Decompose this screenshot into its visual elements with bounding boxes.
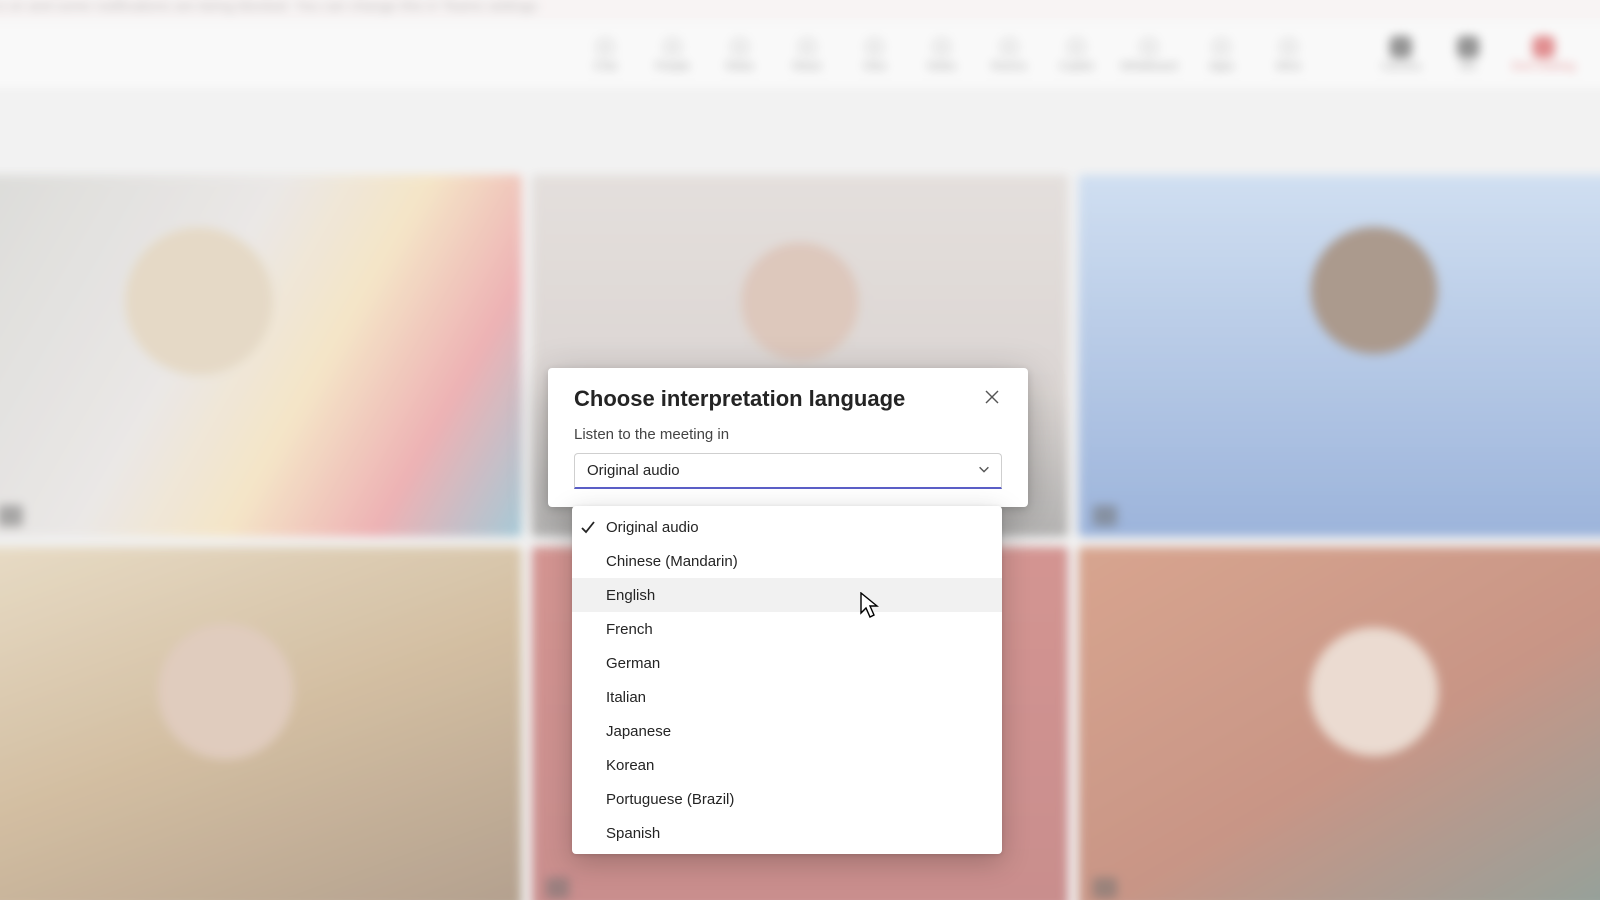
language-option[interactable]: Korean (572, 748, 1002, 782)
language-option-label: Chinese (Mandarin) (606, 553, 738, 570)
close-icon (984, 389, 1000, 410)
language-option-label: Japanese (606, 723, 671, 740)
modal-title: Choose interpretation language (574, 386, 905, 412)
language-option-label: German (606, 655, 660, 672)
language-option[interactable]: English (572, 578, 1002, 612)
modal-header: Choose interpretation language (548, 368, 1028, 418)
language-option[interactable]: Spanish (572, 816, 1002, 850)
language-dropdown: Original audio Chinese (Mandarin) English F… (572, 506, 1002, 854)
language-option[interactable]: Japanese (572, 714, 1002, 748)
language-option-label: Spanish (606, 825, 660, 842)
language-option-label: Portuguese (Brazil) (606, 791, 734, 808)
language-option-label: Italian (606, 689, 646, 706)
modal-body: Listen to the meeting in Original audio (548, 418, 1028, 507)
language-option[interactable]: German (572, 646, 1002, 680)
language-select[interactable]: Original audio (574, 453, 1002, 489)
close-button[interactable] (982, 389, 1002, 409)
field-label: Listen to the meeting in (574, 426, 1002, 443)
language-option-label: English (606, 587, 655, 604)
interpretation-language-modal: Choose interpretation language Listen to… (548, 368, 1028, 507)
language-option[interactable]: Chinese (Mandarin) (572, 544, 1002, 578)
check-icon (580, 519, 596, 535)
language-option-label: French (606, 621, 653, 638)
language-option[interactable]: Italian (572, 680, 1002, 714)
language-option-label: Korean (606, 757, 654, 774)
language-option[interactable]: Portuguese (Brazil) (572, 782, 1002, 816)
language-option-label: Original audio (606, 519, 699, 536)
chevron-down-icon (977, 462, 991, 480)
selected-value: Original audio (587, 462, 680, 479)
language-option[interactable]: French (572, 612, 1002, 646)
language-option[interactable]: Original audio (572, 510, 1002, 544)
